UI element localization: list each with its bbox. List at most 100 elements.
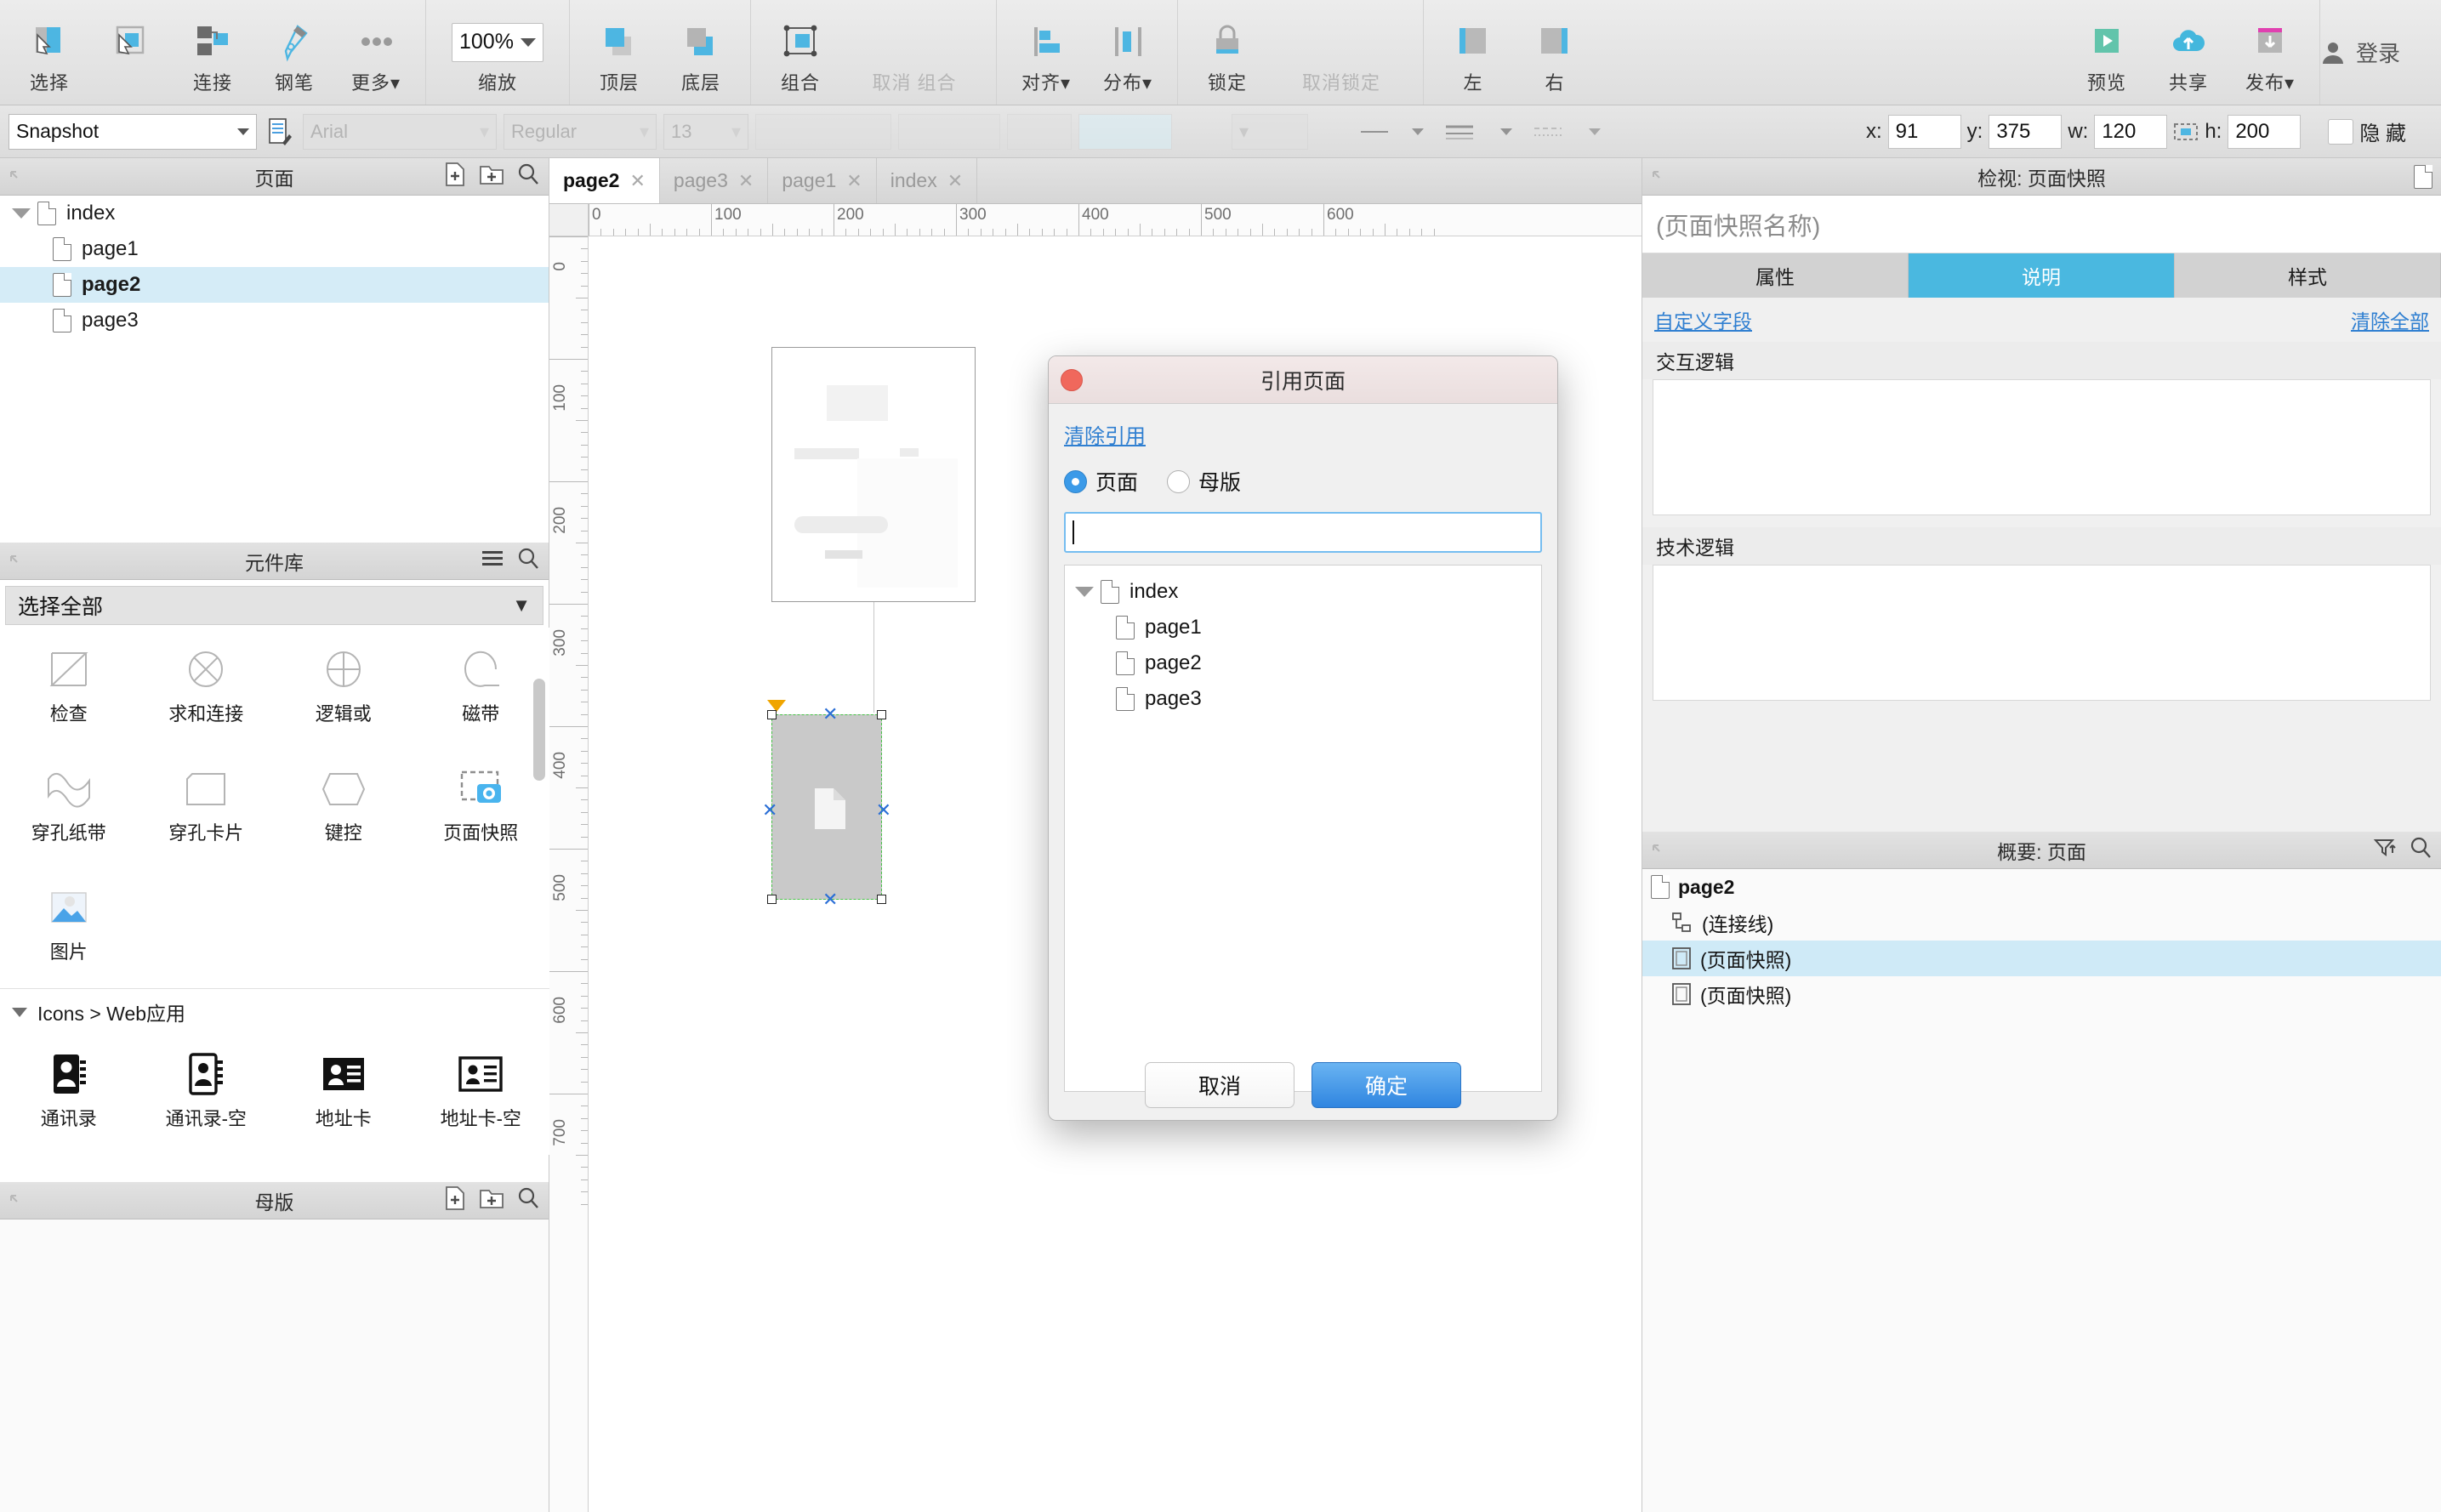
font-weight-combobox[interactable]: Regular ▾ bbox=[504, 113, 657, 150]
search-icon[interactable] bbox=[2409, 836, 2432, 865]
collapse-icon[interactable] bbox=[1651, 842, 1668, 865]
preview-button[interactable]: 预览 bbox=[2066, 9, 2148, 97]
font-size-combobox[interactable]: 13 ▾ bbox=[663, 113, 748, 150]
library-selector[interactable]: 选择全部 ▼ bbox=[5, 586, 543, 625]
library-item-logic-or[interactable]: 逻辑或 bbox=[275, 628, 413, 747]
x-input[interactable]: 91 bbox=[1887, 114, 1961, 149]
canvas-tab-page2[interactable]: page2 ✕ bbox=[549, 158, 660, 203]
clear-all-link[interactable]: 清除全部 bbox=[2351, 305, 2429, 334]
add-master-icon[interactable] bbox=[443, 1185, 467, 1216]
library-item-tape[interactable]: 磁带 bbox=[413, 628, 550, 747]
dialog-tree-item-page1[interactable]: page1 bbox=[1065, 610, 1541, 645]
select-tool-button[interactable]: 选择 bbox=[9, 9, 90, 97]
text-style-buttons[interactable] bbox=[755, 113, 891, 150]
login-button[interactable]: 登录 bbox=[2320, 37, 2441, 68]
library-item-contacts[interactable]: 通讯录 bbox=[0, 1032, 138, 1151]
chevron-down-icon[interactable] bbox=[12, 208, 31, 219]
dialog-search-input[interactable] bbox=[1064, 512, 1542, 553]
library-item-punched-card[interactable]: 穿孔卡片 bbox=[138, 747, 276, 866]
library-item-sum-connect[interactable]: 求和连接 bbox=[138, 628, 276, 747]
anchor-point-e[interactable]: ✕ bbox=[876, 801, 891, 820]
align-right-button[interactable]: 右 bbox=[1514, 9, 1596, 97]
library-item-inspect[interactable]: 检查 bbox=[0, 628, 138, 747]
dialog-tree-item-page2[interactable]: page2 bbox=[1065, 645, 1541, 681]
library-item-image[interactable]: 图片 bbox=[0, 866, 138, 985]
resize-handle-se[interactable] bbox=[877, 895, 886, 904]
library-item-address-card-empty[interactable]: 地址卡-空 bbox=[413, 1032, 550, 1151]
page-tree-item-page3[interactable]: page3 bbox=[0, 303, 549, 338]
ungroup-button[interactable]: 取消 组合 bbox=[841, 9, 987, 97]
distribute-button[interactable]: 分布▾ bbox=[1087, 9, 1169, 97]
add-page-icon[interactable] bbox=[443, 162, 467, 192]
chevron-down-icon[interactable] bbox=[1075, 587, 1094, 597]
resize-handle-sw[interactable] bbox=[767, 895, 777, 904]
radio-pages[interactable] bbox=[1064, 469, 1087, 493]
text-color-button[interactable] bbox=[898, 113, 1000, 150]
resize-handle-nw[interactable] bbox=[767, 710, 777, 719]
ok-button[interactable]: 确定 bbox=[1312, 1062, 1461, 1108]
filter-icon[interactable] bbox=[2373, 836, 2397, 865]
collapse-icon[interactable] bbox=[1651, 168, 1668, 191]
dialog-tree-item-page3[interactable]: page3 bbox=[1065, 681, 1541, 717]
canvas-tab-page1[interactable]: page1 ✕ bbox=[768, 158, 877, 203]
connect-tool-button[interactable]: 连接 bbox=[172, 9, 253, 97]
library-item-contacts-empty[interactable]: 通讯录-空 bbox=[138, 1032, 276, 1151]
close-icon[interactable]: ✕ bbox=[846, 170, 862, 192]
outline-row-connector[interactable]: (连接线) bbox=[1642, 905, 2441, 941]
more-tools-button[interactable]: 更多▾ bbox=[335, 9, 417, 97]
library-item-punched-tape[interactable]: 穿孔纸带 bbox=[0, 747, 138, 866]
add-folder-icon[interactable] bbox=[479, 1186, 504, 1215]
search-icon[interactable] bbox=[516, 1186, 540, 1215]
library-scroll-region[interactable]: 检查 求和连接 逻辑或 磁带 穿孔纸带 穿孔卡片 键控 页面快照 图片 Icon… bbox=[0, 628, 549, 1155]
outline-row-page[interactable]: page2 bbox=[1642, 869, 2441, 905]
library-item-address-card[interactable]: 地址卡 bbox=[275, 1032, 413, 1151]
zoom-control[interactable]: 100% 缩放 bbox=[435, 9, 560, 97]
page-snapshot-preview[interactable] bbox=[771, 347, 976, 602]
zoom-combobox[interactable]: 100% bbox=[452, 22, 543, 62]
add-folder-icon[interactable] bbox=[479, 162, 504, 191]
unlock-button[interactable]: 取消锁定 bbox=[1268, 9, 1414, 97]
dialog-tree-item-index[interactable]: index bbox=[1065, 574, 1541, 610]
publish-button[interactable]: 发布▾ bbox=[2229, 9, 2311, 97]
library-item-page-snapshot[interactable]: 页面快照 bbox=[413, 747, 550, 866]
page-tree-item-index[interactable]: index bbox=[0, 196, 549, 231]
close-icon[interactable]: ✕ bbox=[738, 170, 754, 192]
page-icon[interactable] bbox=[2414, 165, 2432, 189]
w-input[interactable]: 120 bbox=[2094, 114, 2168, 149]
canvas-tab-page3[interactable]: page3 ✕ bbox=[660, 158, 769, 203]
section-input-interaction[interactable] bbox=[1653, 379, 2431, 515]
dialog-page-tree[interactable]: index page1 page2 page3 bbox=[1064, 565, 1542, 1092]
cancel-button[interactable]: 取消 bbox=[1145, 1062, 1294, 1108]
collapse-icon[interactable] bbox=[9, 168, 26, 191]
pen-tool-button[interactable]: 钢笔 bbox=[253, 9, 335, 97]
send-back-button[interactable]: 底层 bbox=[660, 9, 742, 97]
inspector-name-input[interactable]: (页面快照名称) bbox=[1642, 196, 2441, 253]
font-family-combobox[interactable]: Arial ▾ bbox=[303, 113, 497, 150]
h-input[interactable]: 200 bbox=[2228, 114, 2302, 149]
clear-reference-link[interactable]: 清除引用 bbox=[1064, 419, 1146, 449]
share-button[interactable]: 共享 bbox=[2148, 9, 2229, 97]
bring-front-button[interactable]: 顶层 bbox=[578, 9, 660, 97]
text-align-button[interactable] bbox=[1007, 113, 1072, 150]
selected-page-snapshot[interactable]: ✕ ✕ ✕ ✕ bbox=[762, 700, 891, 909]
library-category-web-icons[interactable]: Icons > Web应用 bbox=[0, 992, 549, 1032]
edit-notes-icon[interactable] bbox=[264, 117, 296, 146]
group-button[interactable]: 组合 bbox=[760, 9, 841, 97]
fill-color-button[interactable] bbox=[1078, 113, 1172, 150]
outline-row-snapshot-2[interactable]: (页面快照) bbox=[1642, 976, 2441, 1012]
y-input[interactable]: 375 bbox=[1989, 114, 2063, 149]
collapse-icon[interactable] bbox=[9, 1192, 26, 1215]
search-icon[interactable] bbox=[516, 547, 540, 576]
line-style-button[interactable]: ▾ bbox=[1232, 113, 1308, 150]
lock-button[interactable]: 锁定 bbox=[1186, 9, 1268, 97]
tab-style[interactable]: 样式 bbox=[2175, 253, 2441, 298]
close-icon[interactable]: ✕ bbox=[629, 170, 645, 192]
hidden-checkbox[interactable] bbox=[2328, 118, 2354, 145]
page-tree-item-page2[interactable]: page2 bbox=[0, 267, 549, 303]
line-arrow-button[interactable] bbox=[1526, 114, 1607, 150]
resize-handle-ne[interactable] bbox=[877, 710, 886, 719]
connector-line[interactable] bbox=[873, 602, 874, 713]
search-icon[interactable] bbox=[516, 162, 540, 191]
library-item-keying[interactable]: 键控 bbox=[275, 747, 413, 866]
border-style-button[interactable] bbox=[1437, 114, 1519, 150]
